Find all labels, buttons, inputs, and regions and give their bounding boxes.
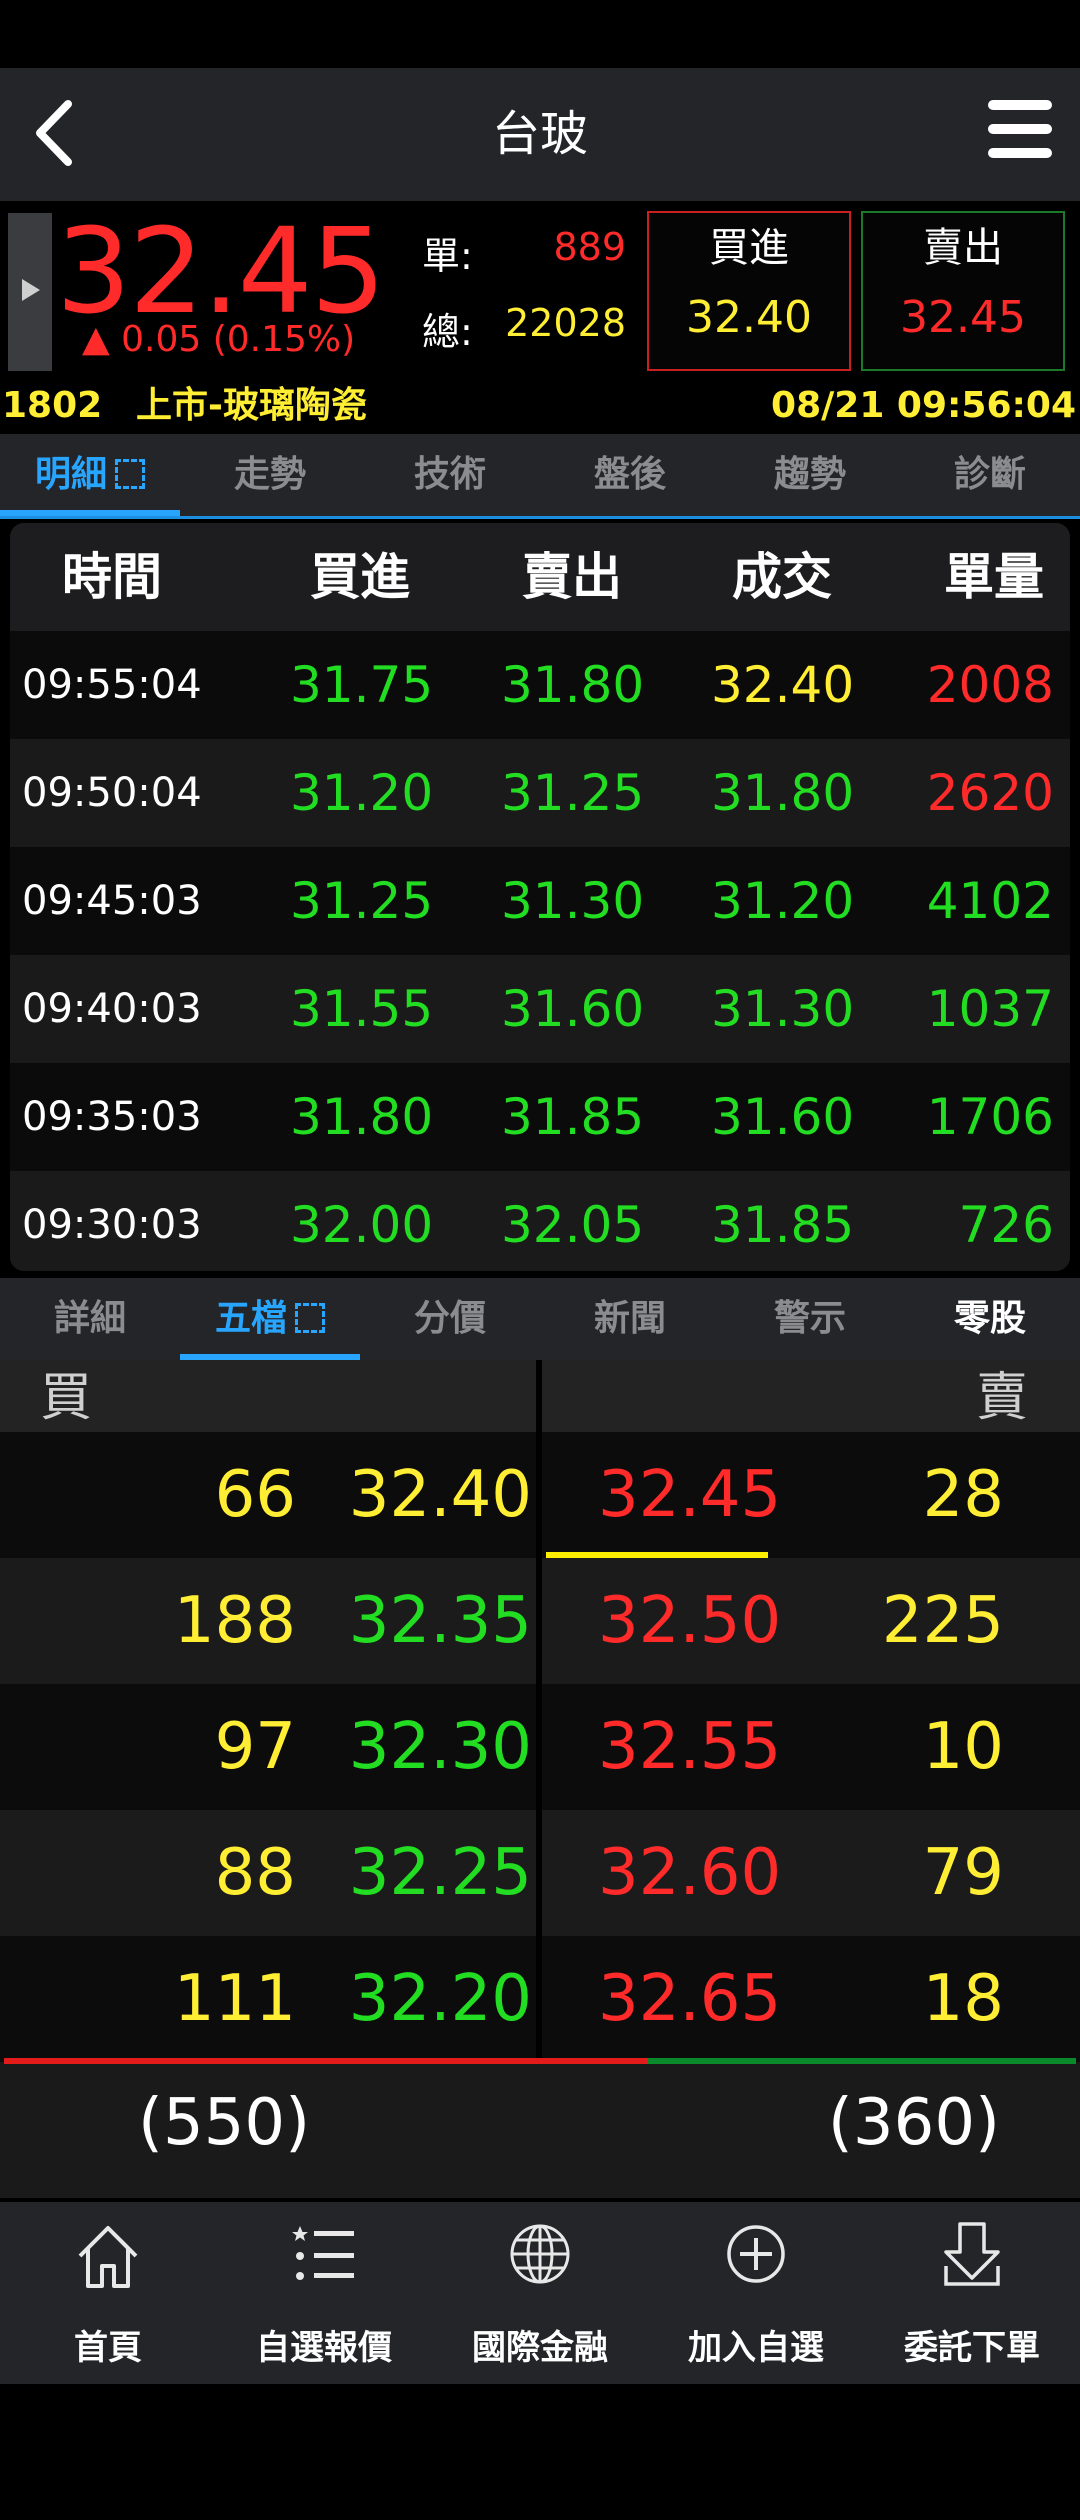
table-row[interactable]: 09:40:03 31.55 31.60 31.30 1037 [10, 955, 1070, 1063]
col-bid: 買進 [310, 548, 410, 606]
stock-info-line: 1802 上市-玻璃陶瓷 08/21 09:56:04 [0, 381, 1080, 431]
expand-icon [295, 1303, 325, 1333]
table-row[interactable]: 09:55:04 31.75 31.80 32.40 2008 [10, 631, 1070, 739]
tab-trend[interactable]: 走勢 [180, 434, 360, 516]
col-ask: 賣出 [522, 548, 622, 606]
bid-ratio-bar [4, 2058, 647, 2064]
quote-datetime: 08/21 09:56:04 [771, 385, 1076, 426]
buy-label: 買 [40, 1368, 93, 1428]
single-volume-label: 單: [422, 234, 473, 278]
table-row[interactable]: 09:35:03 31.80 31.85 31.60 1706 [10, 1063, 1070, 1171]
plus-circle-icon [727, 2225, 785, 2283]
sell-label: 賣 [975, 1368, 1028, 1428]
menu-button[interactable] [988, 100, 1052, 166]
single-volume-value: 889 [553, 225, 626, 269]
nav-global-finance[interactable]: 國際金融 [432, 2202, 648, 2384]
table-row[interactable]: 09:30:03 32.00 32.05 31.85 726 [10, 1171, 1070, 1271]
bid-quote-box[interactable]: 買進 32.40 [647, 211, 851, 371]
stock-market: 上市-玻璃陶瓷 [136, 385, 367, 426]
tab-tendency[interactable]: 趨勢 [720, 434, 900, 516]
stock-code: 1802 [2, 385, 103, 426]
tab-diagnosis[interactable]: 診斷 [900, 434, 1080, 516]
globe-icon [510, 2224, 570, 2284]
chevron-left-icon [36, 100, 72, 166]
ask-title: 賣出 [923, 225, 1003, 271]
table-row[interactable]: 09:45:03 31.25 31.30 31.20 4102 [10, 847, 1070, 955]
tab-odd-lot[interactable]: 零股 [900, 1278, 1080, 1360]
best-ask-marker [546, 1552, 768, 1558]
col-volume: 單量 [944, 548, 1044, 606]
tab-after-hours[interactable]: 盤後 [540, 434, 720, 516]
ask-quote-box[interactable]: 賣出 32.45 [861, 211, 1065, 371]
col-time: 時間 [62, 548, 162, 606]
price-change: ▲ 0.05 (0.15%) [82, 319, 356, 360]
lower-tab-bar: 詳細 五檔 分價 新聞 警示 零股 [0, 1278, 1080, 1363]
top-tab-bar: 明細 走勢 技術 盤後 趨勢 診斷 [0, 434, 1080, 519]
quote-panel: 32.45 ▲ 0.05 (0.15%) 單: 889 總: 22028 買進 … [0, 201, 1080, 433]
home-icon [78, 2226, 138, 2288]
nav-place-order[interactable]: 委託下單 [864, 2202, 1080, 2384]
expand-icon [115, 459, 145, 489]
tab-detail[interactable]: 明細 [0, 434, 180, 516]
tab-technical[interactable]: 技術 [360, 434, 540, 516]
order-book: 買 賣 66 32.40 32.45 28 188 32.35 32.50 22… [0, 1360, 1080, 2198]
tab-price-volume[interactable]: 分價 [360, 1278, 540, 1360]
bid-value: 32.40 [686, 292, 812, 343]
bottom-nav: 首頁 自選報價 國際金融 加入自選 委託下單 [0, 2202, 1080, 2384]
page-title: 台玻 [491, 106, 588, 162]
col-deal: 成交 [732, 548, 832, 606]
expand-side-button[interactable] [8, 213, 52, 371]
tab-five-levels[interactable]: 五檔 [180, 1278, 360, 1360]
table-row[interactable]: 09:50:04 31.20 31.25 31.80 2620 [10, 739, 1070, 847]
nav-watchlist[interactable]: 自選報價 [216, 2202, 432, 2384]
bid-total: (550) [138, 2086, 311, 2160]
trade-detail-table: 時間 買進 賣出 成交 單量 09:55:04 31.75 31.80 32.4… [10, 523, 1070, 1271]
list-star-icon [292, 2226, 354, 2280]
order-book-divider [536, 1360, 542, 2060]
table-header: 時間 買進 賣出 成交 單量 [10, 523, 1070, 631]
tab-news[interactable]: 新聞 [540, 1278, 720, 1360]
hamburger-icon [988, 100, 1052, 158]
ask-ratio-bar [647, 2058, 1076, 2064]
total-volume-value: 22028 [505, 301, 626, 345]
app-header: 台玻 [0, 68, 1080, 201]
nav-home[interactable]: 首頁 [0, 2202, 216, 2384]
tab-alerts[interactable]: 警示 [720, 1278, 900, 1360]
bid-title: 買進 [709, 225, 789, 271]
ask-value: 32.45 [900, 292, 1026, 343]
download-arrow-icon [944, 2222, 1000, 2286]
tab-details[interactable]: 詳細 [0, 1278, 180, 1360]
ask-total: (360) [827, 2086, 1000, 2160]
total-volume-label: 總: [422, 310, 473, 354]
nav-add-watchlist[interactable]: 加入自選 [648, 2202, 864, 2384]
back-button[interactable] [22, 98, 92, 168]
